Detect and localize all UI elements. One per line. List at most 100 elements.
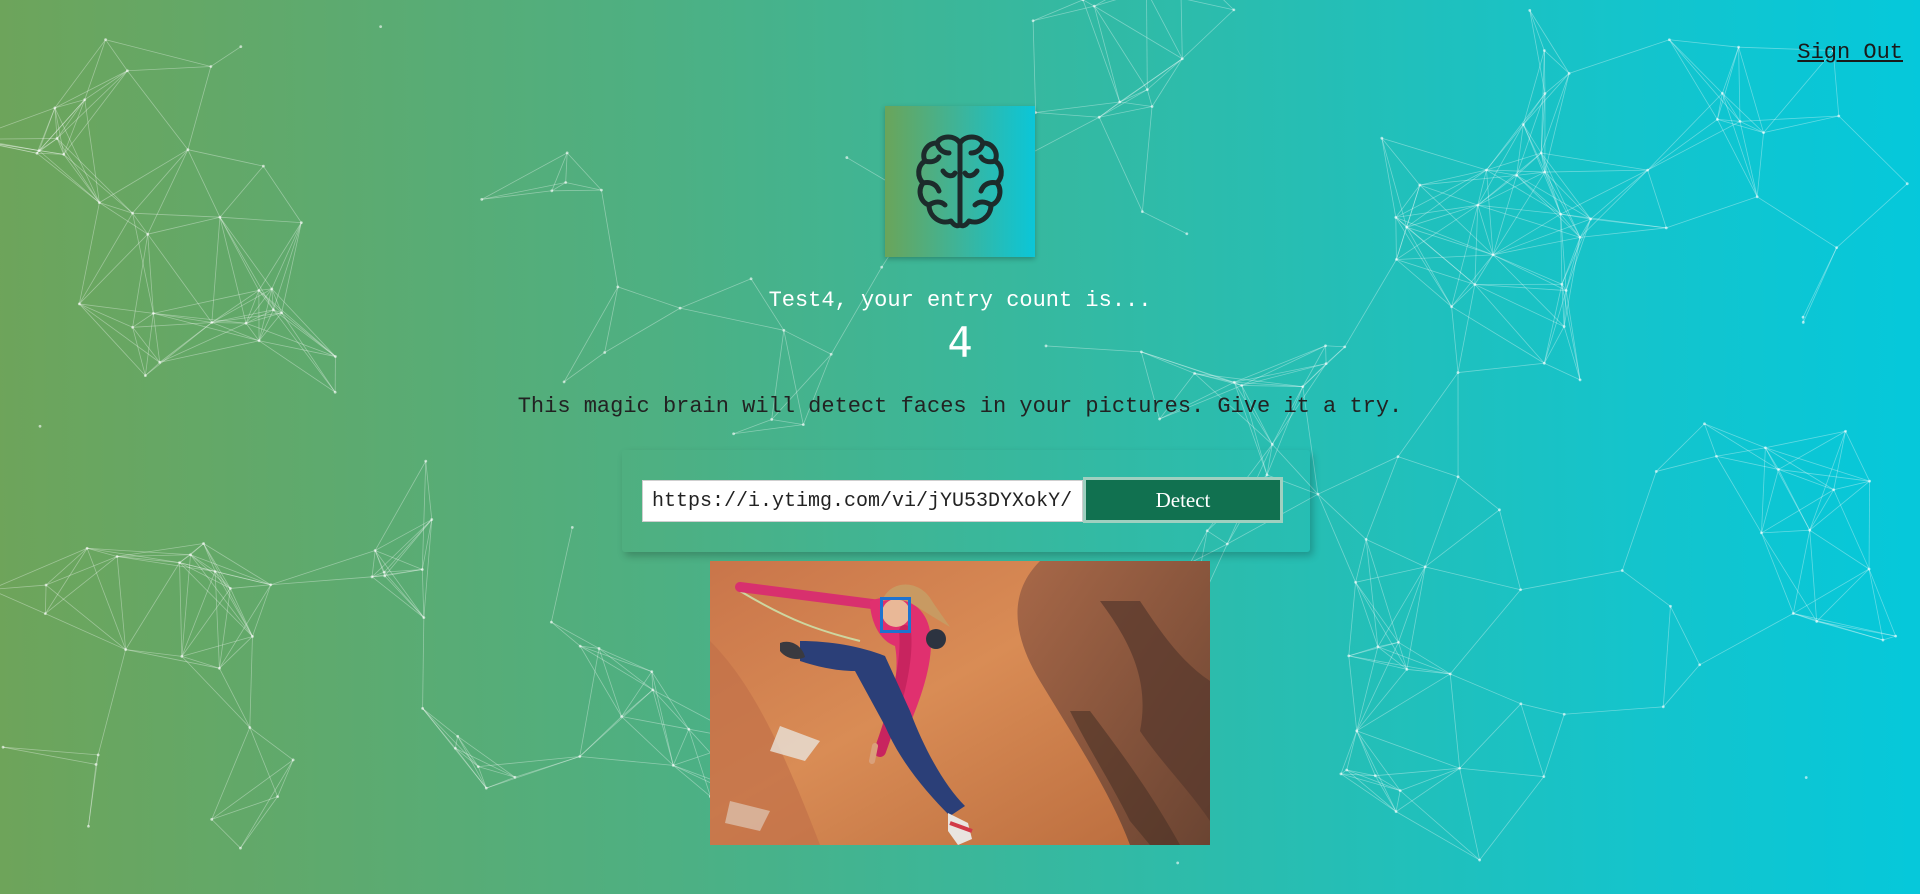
particle-link [1516, 152, 1542, 176]
particle-link [1516, 174, 1591, 220]
particle-link [38, 99, 86, 151]
particle-link [1662, 606, 1671, 707]
particle-node [1476, 203, 1480, 207]
particle-node [213, 570, 217, 573]
particle-node [1646, 168, 1650, 172]
particle-node [1528, 8, 1532, 12]
particle-link [117, 556, 216, 572]
particle-link [374, 550, 386, 577]
particle-link [1561, 218, 1592, 285]
particle-link [1150, 0, 1183, 59]
particle-link [1477, 175, 1517, 206]
particle-link [457, 735, 516, 778]
entry-count-greeting: Test4, your entry count is... [768, 288, 1152, 313]
particle-node [1394, 810, 1398, 813]
particle-node [209, 65, 213, 68]
particle-link [1146, 0, 1148, 90]
particle-node [1397, 640, 1400, 644]
particle-node [1698, 663, 1702, 667]
particle-link [132, 149, 189, 214]
particle-node [562, 380, 566, 384]
particle-node [94, 763, 98, 766]
particle-link [1655, 423, 1705, 472]
particle-link [230, 584, 271, 589]
particle-link [422, 617, 425, 709]
particle-link [1778, 469, 1834, 491]
particle-link [56, 138, 133, 214]
particle-link [1579, 218, 1592, 238]
particle-node [180, 654, 184, 658]
particle-link [1486, 93, 1546, 171]
particle-link [1544, 73, 1570, 94]
particle-link [1560, 213, 1667, 229]
particle-link [1340, 773, 1397, 812]
particle-link [1816, 621, 1884, 641]
particle-link [1377, 641, 1399, 648]
particle-link [383, 519, 433, 573]
image-url-input[interactable] [642, 480, 1083, 522]
particle-link [179, 562, 183, 657]
particle-node [261, 164, 265, 168]
particle-link [203, 543, 271, 586]
particle-link [1340, 769, 1347, 775]
particle-link [383, 571, 425, 618]
app-description: This magic brain will detect faces in yo… [517, 394, 1403, 419]
particle-link [486, 776, 516, 789]
particle-link [270, 550, 376, 586]
particle-node [53, 106, 57, 110]
particle-link [1395, 811, 1480, 861]
particle-node [1791, 612, 1795, 615]
particle-link [1377, 566, 1426, 647]
particle-link [1406, 184, 1421, 228]
particle-link [551, 621, 600, 649]
particle-node [1354, 580, 1358, 584]
particle-node [251, 635, 254, 638]
particle-link [1356, 669, 1408, 732]
particle-node [1654, 470, 1658, 473]
particle-link [1425, 566, 1521, 591]
sign-out-link[interactable]: Sign Out [1797, 40, 1903, 65]
particle-link [423, 519, 433, 618]
particle-node [597, 647, 601, 650]
particle-link [1739, 121, 1758, 197]
particle-node [1232, 380, 1236, 384]
particle-link [1833, 431, 1846, 490]
particle-link [1739, 121, 1764, 133]
particle-link [1182, 9, 1235, 60]
particle-link [1492, 236, 1581, 256]
particle-link [1346, 730, 1358, 771]
particle-node [1664, 226, 1668, 230]
particle-link [566, 152, 602, 191]
particle-link [181, 554, 191, 657]
particle-node [671, 763, 675, 767]
particle-node [1347, 654, 1351, 658]
particle-node [35, 151, 39, 155]
particle-node [1364, 538, 1368, 541]
particle-link [1590, 169, 1648, 220]
particle-node [38, 424, 42, 428]
particle-link [1816, 568, 1870, 622]
particle-link [1540, 152, 1581, 238]
particle-link [1459, 768, 1480, 861]
particle-link [87, 547, 180, 564]
particle-node [422, 616, 426, 620]
particle-link [1340, 773, 1376, 777]
particle-link [1340, 773, 1401, 792]
particle-link [1486, 124, 1524, 171]
particle-link [1666, 196, 1758, 229]
particle-link [1365, 539, 1379, 647]
particle-link [125, 562, 180, 650]
particle-link [1492, 254, 1563, 285]
particle-link [1395, 217, 1407, 228]
particle-link [214, 571, 253, 637]
particle-link [219, 584, 272, 669]
particle-link [1520, 703, 1565, 715]
particle-link [1721, 93, 1758, 197]
particle-link [1032, 20, 1037, 113]
particle-link [1356, 730, 1401, 791]
particle-node [189, 553, 192, 557]
particle-link [0, 143, 40, 152]
face-bounding-box [880, 597, 911, 633]
particle-link [1355, 582, 1399, 643]
detect-button[interactable]: Detect [1083, 477, 1283, 523]
